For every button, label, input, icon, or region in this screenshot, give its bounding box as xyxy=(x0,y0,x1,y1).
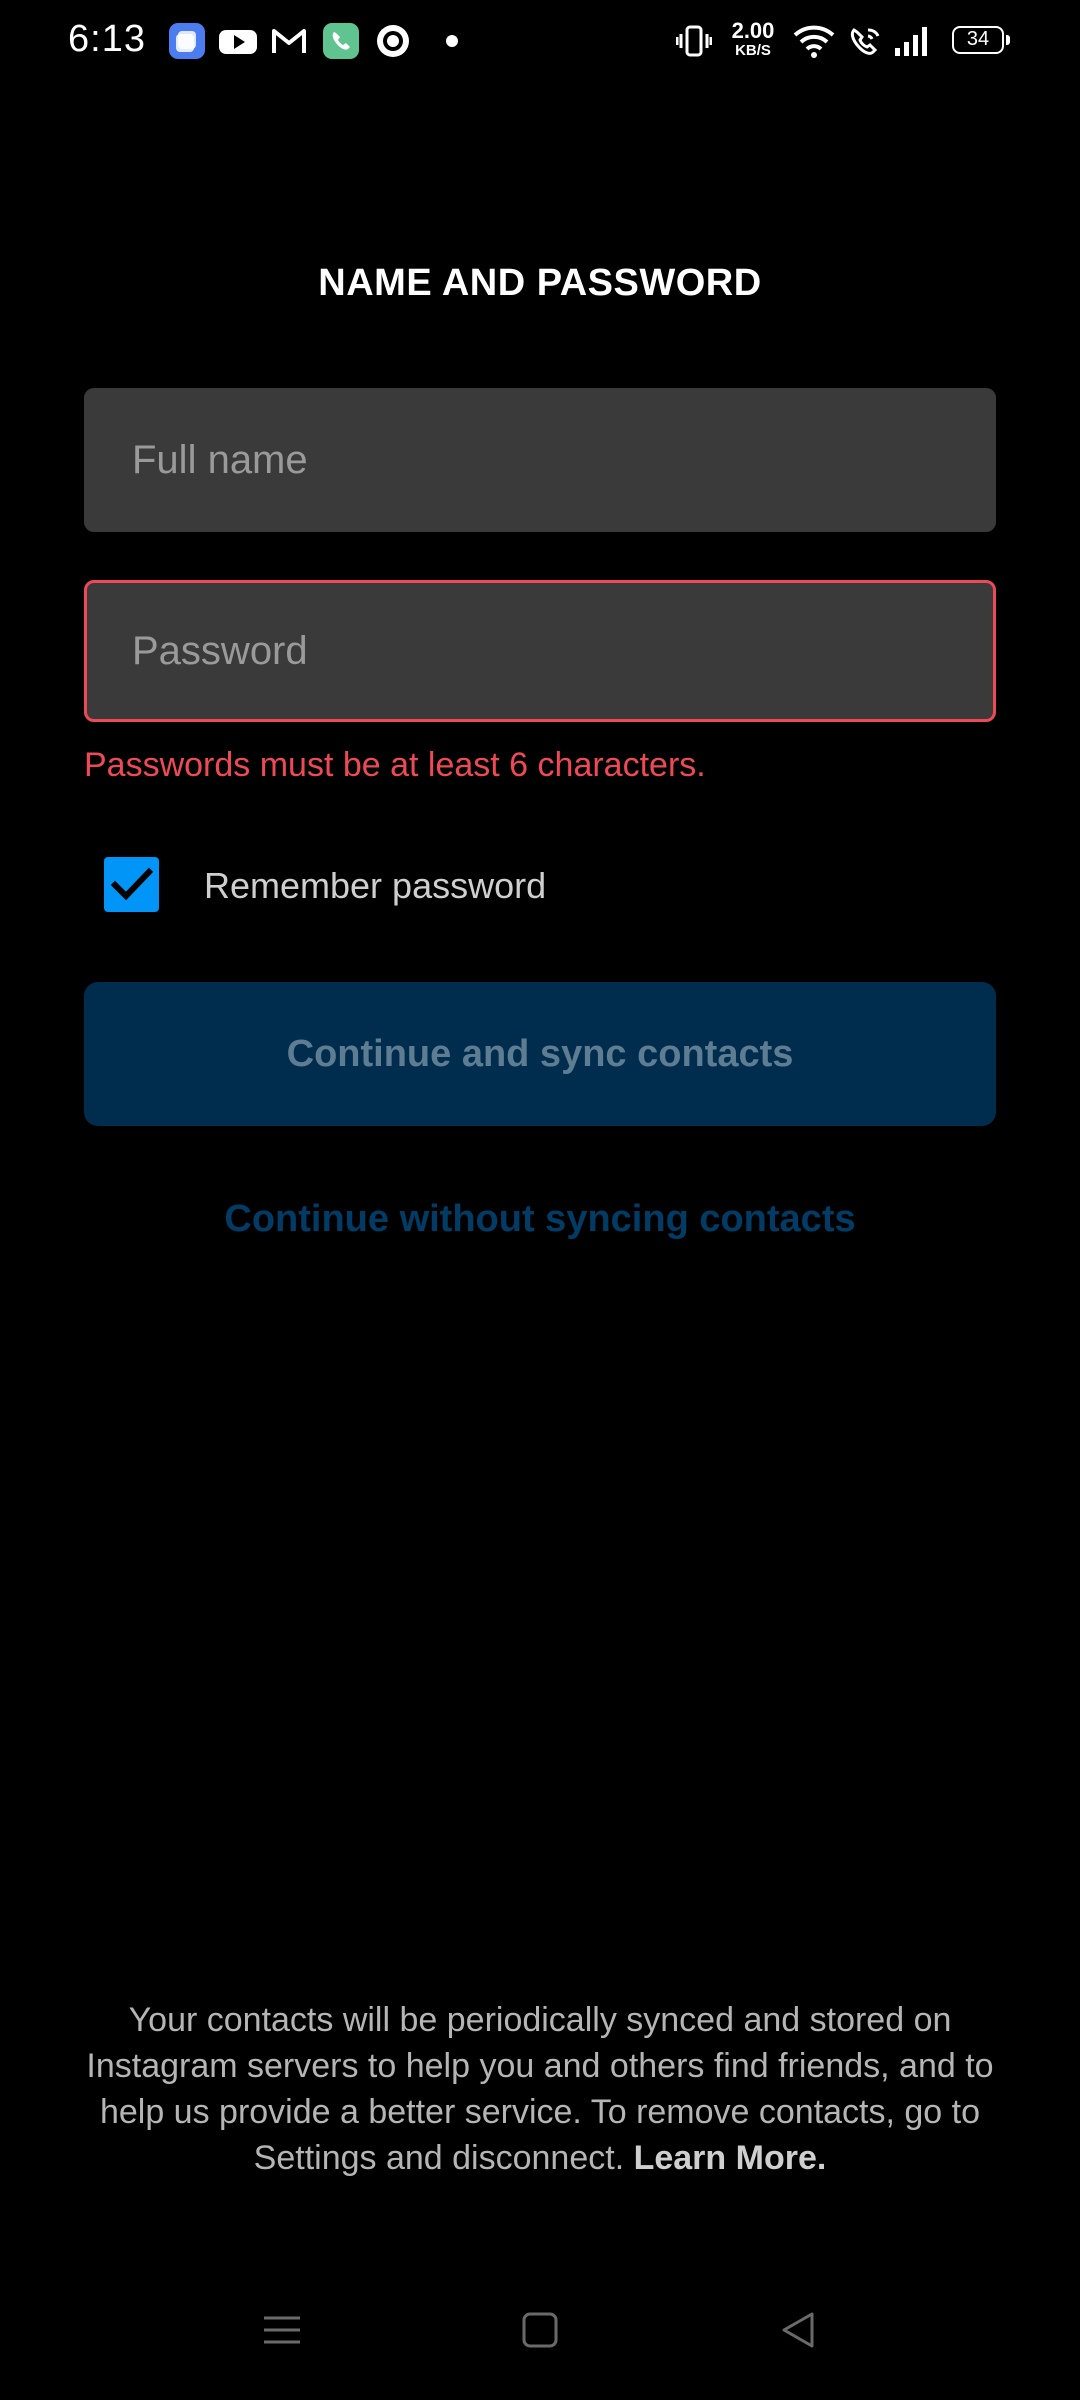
status-bar: 6:13 2.00 KB/S 34 xyxy=(0,0,1080,84)
status-time: 6:13 xyxy=(68,18,146,60)
gmail-icon xyxy=(270,22,308,60)
continue-without-syncing-link[interactable]: Continue without syncing contacts xyxy=(0,1198,1080,1241)
vibrate-icon xyxy=(675,22,714,60)
full-name-field[interactable] xyxy=(84,388,996,532)
password-field[interactable] xyxy=(84,580,996,722)
remember-password-checkbox[interactable] xyxy=(104,857,159,912)
signal-icon xyxy=(892,22,930,60)
page-title: NAME AND PASSWORD xyxy=(318,262,762,304)
learn-more-link[interactable]: Learn More. xyxy=(634,2139,827,2177)
full-name-input[interactable] xyxy=(87,391,993,529)
battery-icon: 34 xyxy=(952,26,1010,54)
wifi-icon xyxy=(792,22,836,60)
more-notifications-dot xyxy=(446,35,458,47)
youtube-icon xyxy=(218,22,257,60)
network-speed: 2.00 KB/S xyxy=(724,18,782,59)
disclaimer-text: Your contacts will be periodically synce… xyxy=(86,2001,994,2177)
password-input[interactable] xyxy=(87,583,993,719)
password-error-message: Passwords must be at least 6 characters. xyxy=(84,746,706,784)
phone-icon xyxy=(322,22,360,60)
circle-app-icon xyxy=(374,22,412,60)
photos-app-icon xyxy=(168,22,206,60)
remember-password-label[interactable]: Remember password xyxy=(204,865,546,907)
continue-and-sync-button[interactable]: Continue and sync contacts xyxy=(84,982,996,1126)
home-icon[interactable] xyxy=(520,2310,560,2355)
checkmark-icon xyxy=(110,867,154,901)
wifi-calling-icon xyxy=(846,22,884,60)
menu-icon[interactable] xyxy=(262,2310,302,2355)
contacts-sync-disclaimer: Your contacts will be periodically synce… xyxy=(80,1997,1000,2181)
network-speed-unit: KB/S xyxy=(735,42,771,59)
network-speed-value: 2.00 xyxy=(731,18,775,43)
back-icon[interactable] xyxy=(778,2310,818,2355)
